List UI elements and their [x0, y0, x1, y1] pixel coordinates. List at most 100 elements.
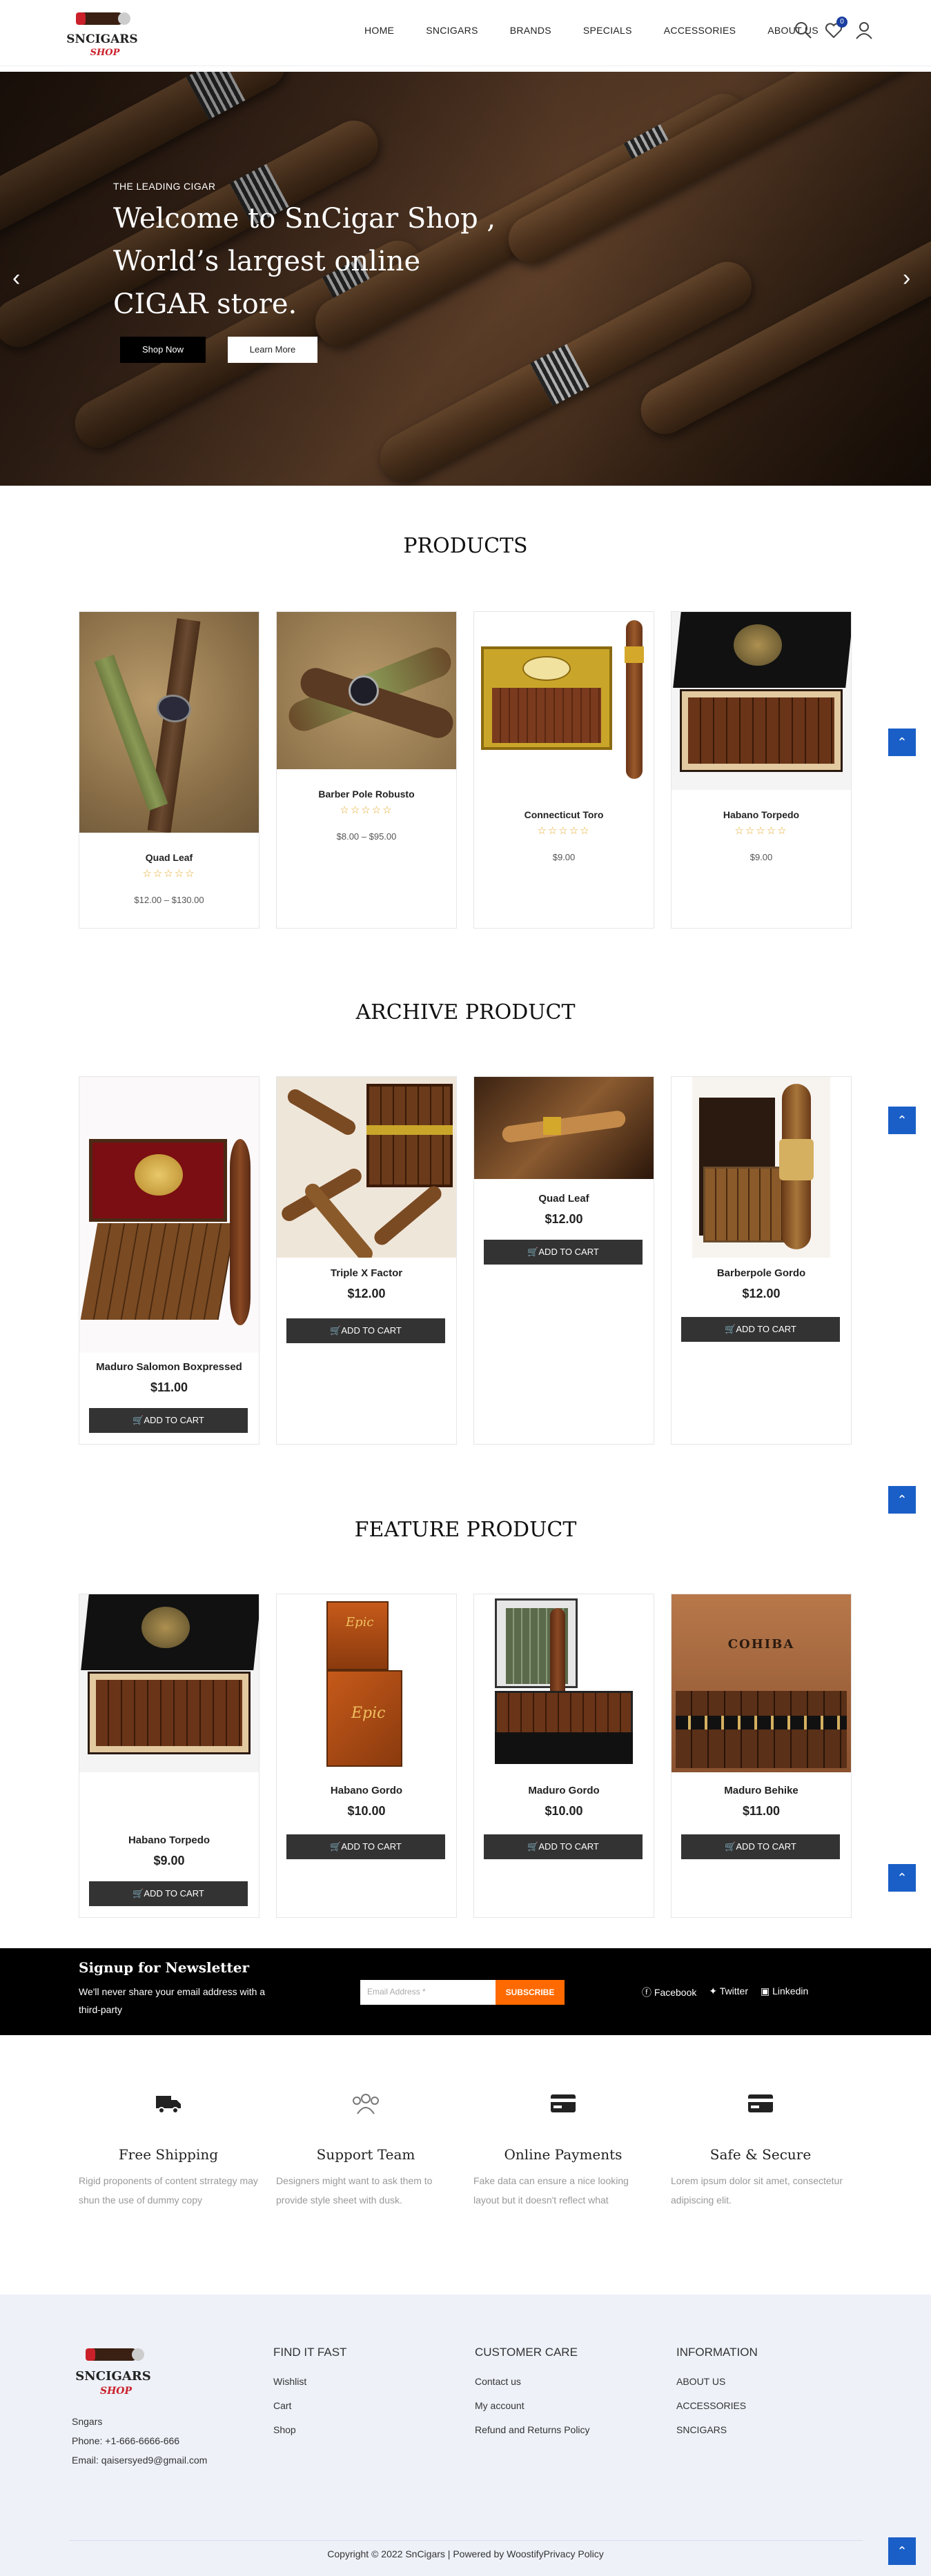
- product-name[interactable]: Barberpole Gordo: [672, 1267, 851, 1279]
- footer-link-account[interactable]: My account: [475, 2400, 590, 2411]
- site-logo[interactable]: SNCIGARS SHOP: [61, 8, 144, 62]
- product-image[interactable]: COHIBA: [672, 1594, 851, 1772]
- product-image[interactable]: Epic Epic: [277, 1594, 456, 1775]
- product-card[interactable]: Triple X Factor $12.00 🛒ADD TO CART: [276, 1076, 457, 1445]
- feature-block: Free Shipping Rigid proponents of conten…: [79, 2092, 258, 2210]
- site-footer: SNCIGARS SHOP Sngars Phone: +1-666-6666-…: [0, 2295, 931, 2576]
- hero-title-line: Welcome to SnCigar Shop ,: [113, 203, 496, 235]
- product-image[interactable]: [79, 1594, 259, 1772]
- footer-link-shop[interactable]: Shop: [273, 2424, 346, 2435]
- product-image[interactable]: [474, 1594, 654, 1775]
- footer-col-care: CUSTOMER CARE Contact us My account Refu…: [475, 2346, 590, 2448]
- newsletter-text: We'll never share your email address wit…: [79, 1986, 266, 2015]
- subscribe-button[interactable]: SUBSCRIBE: [496, 1980, 565, 2005]
- product-name[interactable]: Maduro Gordo: [474, 1785, 654, 1796]
- rating-stars: ☆☆☆☆☆: [537, 825, 591, 837]
- footer-logo-text: SNCIGARS: [75, 2369, 151, 2384]
- footer-col-find: FIND IT FAST Wishlist Cart Shop: [273, 2346, 346, 2448]
- footer-link-wishlist[interactable]: Wishlist: [273, 2376, 346, 2387]
- user-icon[interactable]: [854, 21, 874, 40]
- facebook-link[interactable]: ⓕ Facebook: [642, 1985, 696, 1999]
- footer-link-cart[interactable]: Cart: [273, 2400, 346, 2411]
- footer-brand: Sngars: [72, 2416, 103, 2427]
- footer-link-about[interactable]: ABOUT US: [676, 2376, 758, 2387]
- rating-stars: ☆☆☆☆☆: [142, 868, 196, 880]
- wishlist-heart-icon[interactable]: 0: [824, 17, 847, 40]
- add-to-cart-button[interactable]: 🛒ADD TO CART: [484, 1834, 643, 1859]
- product-card[interactable]: Quad Leaf $12.00 🛒ADD TO CART: [473, 1076, 654, 1445]
- slider-next-icon[interactable]: ›: [903, 265, 910, 292]
- product-price: $10.00: [545, 1804, 583, 1818]
- scroll-top-button[interactable]: ⌃: [888, 729, 916, 756]
- scroll-top-button[interactable]: ⌃: [888, 2537, 916, 2565]
- product-card[interactable]: Connecticut Toro ☆☆☆☆☆ $9.00: [473, 611, 654, 929]
- nav-accessories[interactable]: ACCESSORIES: [664, 25, 736, 36]
- add-to-cart-button[interactable]: 🛒ADD TO CART: [89, 1881, 248, 1906]
- add-to-cart-button[interactable]: 🛒ADD TO CART: [681, 1317, 840, 1342]
- feature-title: FEATURE PRODUCT: [354, 1518, 577, 1542]
- product-name[interactable]: Quad Leaf: [474, 1193, 654, 1205]
- product-image[interactable]: [474, 1077, 654, 1179]
- search-icon[interactable]: [794, 21, 813, 40]
- product-image[interactable]: [474, 612, 654, 790]
- footer-logo[interactable]: SNCIGARS SHOP: [69, 2344, 159, 2402]
- social-links: ⓕ Facebook ✦ Twitter ▣ Linkedin: [642, 1985, 808, 1999]
- footer-link-refund[interactable]: Refund and Returns Policy: [475, 2424, 590, 2435]
- product-price: $12.00 – $130.00: [134, 895, 204, 905]
- product-name[interactable]: Barber Pole Robusto: [277, 789, 456, 800]
- scroll-top-button[interactable]: ⌃: [888, 1107, 916, 1134]
- nav-sncigars[interactable]: SNCIGARS: [426, 25, 478, 36]
- product-card[interactable]: Quad Leaf ☆☆☆☆☆ $12.00 – $130.00: [79, 611, 259, 929]
- product-image[interactable]: [79, 612, 259, 833]
- learn-more-button[interactable]: Learn More: [228, 337, 317, 363]
- product-image[interactable]: [277, 1077, 456, 1258]
- feature-text: Lorem ipsum dolor sit amet, consectetur …: [671, 2175, 843, 2206]
- product-name[interactable]: Maduro Salomon Boxpressed: [79, 1361, 259, 1373]
- product-image[interactable]: [692, 1077, 830, 1258]
- product-name[interactable]: Habano Gordo: [277, 1785, 456, 1796]
- product-card[interactable]: Habano Torpedo ☆☆☆☆☆ $9.00: [671, 611, 852, 929]
- product-card[interactable]: Epic Epic Habano Gordo $10.00 🛒ADD TO CA…: [276, 1594, 457, 1918]
- scroll-top-button[interactable]: ⌃: [888, 1486, 916, 1514]
- twitter-link[interactable]: ✦ Twitter: [709, 1985, 748, 1999]
- scroll-top-button[interactable]: ⌃: [888, 1864, 916, 1892]
- product-card[interactable]: Habano Torpedo $9.00 🛒ADD TO CART: [79, 1594, 259, 1918]
- shop-now-button[interactable]: Shop Now: [120, 337, 206, 363]
- product-name[interactable]: Triple X Factor: [277, 1267, 456, 1279]
- box-label: COHIBA: [727, 1637, 795, 1652]
- product-image[interactable]: [672, 612, 851, 790]
- rating-stars: ☆☆☆☆☆: [734, 825, 788, 837]
- footer-phone: Phone: +1-666-6666-666: [72, 2435, 180, 2446]
- product-card[interactable]: COHIBA Maduro Behike $11.00 🛒ADD TO CART: [671, 1594, 852, 1918]
- feature-text: Designers might want to ask them to prov…: [276, 2175, 433, 2206]
- nav-brands[interactable]: BRANDS: [510, 25, 551, 36]
- box-label: Epic: [346, 1615, 374, 1629]
- product-card[interactable]: Maduro Gordo $10.00 🛒ADD TO CART: [473, 1594, 654, 1918]
- nav-specials[interactable]: SPECIALS: [583, 25, 632, 36]
- slider-prev-icon[interactable]: ‹: [12, 265, 20, 292]
- feature-block: Online Payments Fake data can ensure a n…: [473, 2092, 653, 2210]
- product-card[interactable]: Maduro Salomon Boxpressed $11.00 🛒ADD TO…: [79, 1076, 259, 1445]
- email-input[interactable]: Email Address *: [360, 1980, 496, 2005]
- footer-link-sncigars[interactable]: SNCIGARS: [676, 2424, 758, 2435]
- product-name[interactable]: Quad Leaf: [79, 852, 259, 863]
- rating-stars: ☆☆☆☆☆: [340, 804, 393, 816]
- nav-home[interactable]: HOME: [364, 25, 394, 36]
- product-card[interactable]: Barber Pole Robusto ☆☆☆☆☆ $8.00 – $95.00: [276, 611, 457, 929]
- add-to-cart-button[interactable]: 🛒ADD TO CART: [681, 1834, 840, 1859]
- product-name[interactable]: Habano Torpedo: [79, 1834, 259, 1846]
- box-label: Epic: [351, 1705, 386, 1722]
- footer-link-contact[interactable]: Contact us: [475, 2376, 590, 2387]
- product-image[interactable]: [277, 612, 456, 769]
- add-to-cart-button[interactable]: 🛒ADD TO CART: [89, 1408, 248, 1433]
- add-to-cart-button[interactable]: 🛒ADD TO CART: [286, 1318, 445, 1343]
- add-to-cart-button[interactable]: 🛒ADD TO CART: [286, 1834, 445, 1859]
- product-image[interactable]: [79, 1077, 259, 1353]
- product-name[interactable]: Maduro Behike: [672, 1785, 851, 1796]
- product-name[interactable]: Habano Torpedo: [672, 809, 851, 820]
- product-card[interactable]: Barberpole Gordo $12.00 🛒ADD TO CART: [671, 1076, 852, 1445]
- linkedin-link[interactable]: ▣ Linkedin: [761, 1985, 808, 1999]
- footer-link-accessories[interactable]: ACCESSORIES: [676, 2400, 758, 2411]
- add-to-cart-button[interactable]: 🛒ADD TO CART: [484, 1240, 643, 1265]
- product-name[interactable]: Connecticut Toro: [474, 809, 654, 820]
